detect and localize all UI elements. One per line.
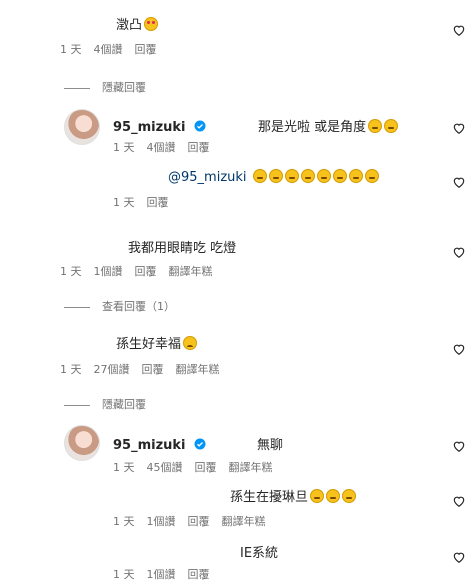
- comment-text: IE系統: [240, 546, 279, 561]
- timestamp: 1 天: [60, 43, 82, 56]
- reply-button[interactable]: 回覆: [142, 363, 164, 376]
- reply-button[interactable]: 回覆: [188, 141, 210, 154]
- like-count[interactable]: 4個讚: [94, 43, 123, 56]
- reply-button[interactable]: 回覆: [188, 515, 210, 528]
- comment-text: @95_mizuki: [168, 169, 379, 185]
- laughing-emoji-icon: [310, 489, 325, 503]
- mention-link[interactable]: @95_mizuki: [168, 170, 247, 185]
- comment-text: 孫生在擾琳旦: [230, 486, 357, 505]
- laughing-emoji-icon: [300, 169, 315, 183]
- username[interactable]: 95_mizuki: [113, 438, 186, 453]
- heart-outline-icon[interactable]: [452, 341, 466, 355]
- thread-divider: [64, 87, 90, 89]
- comment-text: 我都用眼睛吃 吃燈: [128, 241, 237, 256]
- laughing-emoji-icon: [384, 119, 399, 133]
- comment-meta: 1 天 45個讚 回覆 翻譯年糕: [113, 461, 273, 474]
- translate-button[interactable]: 翻譯年糕: [176, 363, 220, 376]
- laughing-emoji-icon: [316, 169, 331, 183]
- translate-button[interactable]: 翻譯年糕: [229, 461, 273, 474]
- heart-outline-icon[interactable]: [452, 244, 466, 258]
- translate-button[interactable]: 翻譯年糕: [222, 515, 266, 528]
- comment-text: 澂凸: [116, 14, 159, 33]
- translate-button[interactable]: 翻譯年糕: [169, 265, 213, 278]
- laughing-emoji-icon: [284, 169, 299, 183]
- comment-meta: 1 天 1個讚 回覆 翻譯年糕: [113, 515, 266, 528]
- avatar[interactable]: [64, 109, 100, 145]
- laughing-emoji-icon: [252, 169, 267, 183]
- reply-button[interactable]: 回覆: [135, 43, 157, 56]
- reply-button[interactable]: 回覆: [135, 265, 157, 278]
- thread-divider: [64, 404, 90, 406]
- verified-badge-icon: [194, 120, 206, 132]
- laughing-emoji-icon: [326, 489, 341, 503]
- comment-meta: 1 天 27個讚 回覆 翻譯年糕: [60, 363, 220, 376]
- heart-outline-icon[interactable]: [452, 549, 466, 563]
- view-replies-button[interactable]: 查看回覆（1）: [64, 298, 175, 314]
- hide-replies-button[interactable]: 隱藏回覆: [64, 396, 146, 412]
- reply-button[interactable]: 回覆: [188, 568, 210, 581]
- reply-header: 95_mizuki: [113, 434, 206, 453]
- comment-meta: 1 天 1個讚 回覆 翻譯年糕: [60, 265, 213, 278]
- reply-header: 95_mizuki: [113, 116, 206, 135]
- comment-text: 無聊: [257, 438, 284, 453]
- laughing-emoji-icon: [342, 489, 357, 503]
- heart-outline-icon[interactable]: [452, 438, 466, 452]
- laughing-emoji-icon: [368, 119, 383, 133]
- verified-badge-icon: [194, 438, 206, 450]
- heart-outline-icon[interactable]: [452, 120, 466, 134]
- comment-meta: 1 天回覆: [113, 196, 169, 209]
- laughing-emoji-icon: [364, 169, 379, 183]
- comment-text: 那是光啦 或是角度: [258, 116, 399, 135]
- thread-divider: [64, 306, 90, 308]
- laughing-emoji-icon: [268, 169, 283, 183]
- avatar[interactable]: [64, 425, 100, 461]
- laughing-emoji-icon: [348, 169, 363, 183]
- laughing-emoji-icon: [332, 169, 347, 183]
- hide-replies-button[interactable]: 隱藏回覆: [64, 79, 146, 95]
- heart-outline-icon[interactable]: [452, 22, 466, 36]
- heart-eyes-emoji-icon: [144, 17, 159, 31]
- comment-meta: 1 天 4個讚 回覆: [60, 41, 169, 57]
- username[interactable]: 95_mizuki: [113, 120, 186, 135]
- reply-button[interactable]: 回覆: [147, 196, 169, 209]
- heart-outline-icon[interactable]: [452, 174, 466, 188]
- heart-outline-icon[interactable]: [452, 493, 466, 507]
- comment-meta: 1 天 4個讚 回覆: [113, 141, 210, 154]
- reply-button[interactable]: 回覆: [195, 461, 217, 474]
- sad-emoji-icon: [183, 336, 198, 350]
- comment-text: 孫生好幸福: [116, 333, 198, 352]
- comment-meta: 1 天 1個讚 回覆: [113, 568, 210, 581]
